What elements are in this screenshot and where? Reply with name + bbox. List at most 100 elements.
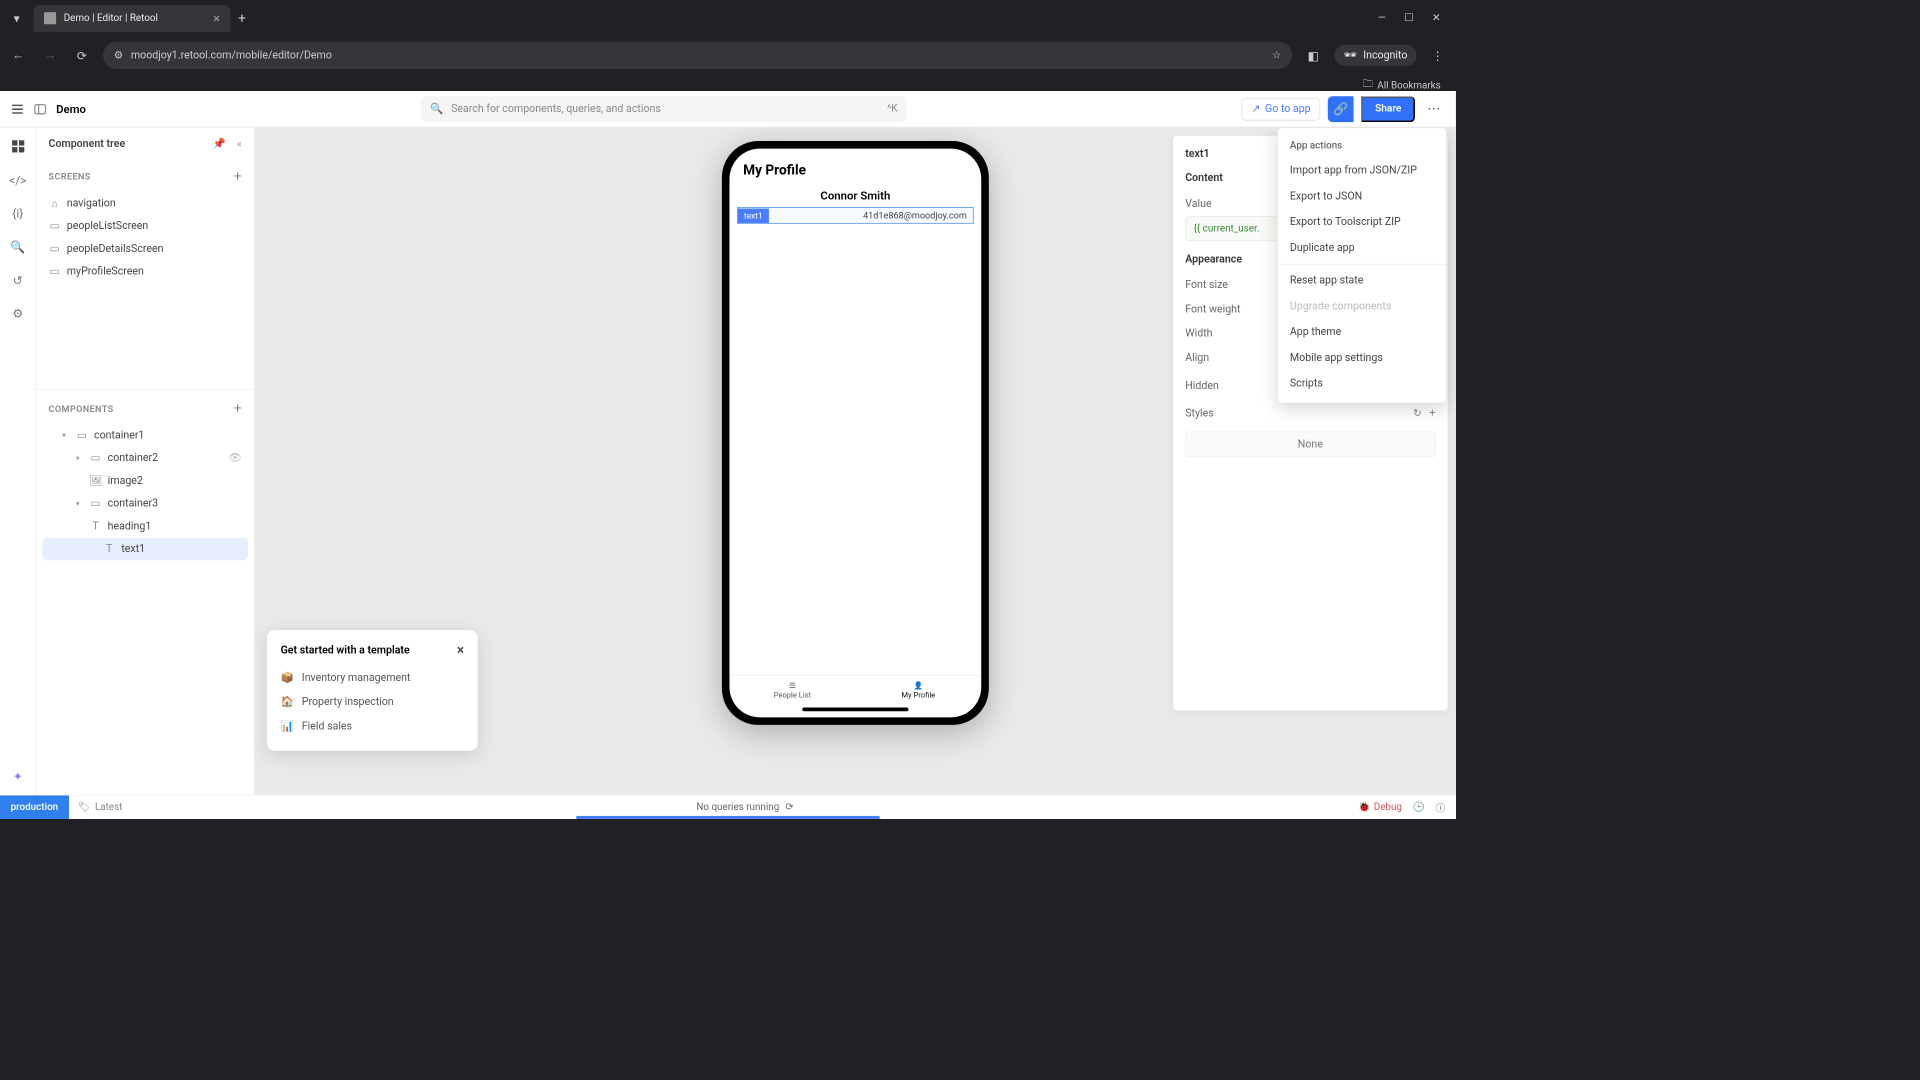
side-panel-icon[interactable]: ◧ <box>1303 48 1324 62</box>
selected-component-tag: text1 <box>738 208 769 222</box>
close-icon[interactable]: × <box>457 642 464 658</box>
screen-title: My Profile <box>729 149 981 188</box>
list-icon: ☰ <box>789 682 796 690</box>
external-link-icon: ↗ <box>1252 103 1261 115</box>
dropdown-item[interactable]: Export to JSON <box>1278 184 1446 210</box>
screen-item[interactable]: ⌂navigation <box>36 192 254 215</box>
status-bar: production 🏷 Latest No queries running ⟳… <box>0 795 1456 819</box>
reload-icon[interactable]: ⟳ <box>71 48 92 62</box>
incognito-badge[interactable]: 🕶 Incognito <box>1335 45 1417 66</box>
reset-styles-icon[interactable]: ↻ <box>1413 407 1422 419</box>
hamburger-icon[interactable] <box>11 102 25 116</box>
add-style-icon[interactable]: + <box>1429 407 1435 419</box>
selected-component-overlay[interactable]: text1 41d1e868@moodjoy.com <box>737 207 974 224</box>
share-button[interactable]: Share <box>1361 96 1415 122</box>
dropdown-item[interactable]: Duplicate app <box>1278 235 1446 261</box>
nav-my-profile[interactable]: 👤 My Profile <box>855 676 981 703</box>
refresh-icon[interactable]: ⟳ <box>785 802 793 813</box>
window-controls: — ☐ ✕ <box>1378 12 1450 24</box>
clock-icon[interactable]: 🕒 <box>1413 802 1425 813</box>
home-indicator <box>802 707 908 711</box>
address-bar[interactable]: ⚙ moodjoy1.retool.com/mobile/editor/Demo… <box>103 42 1292 69</box>
debug-button[interactable]: 🐞 Debug <box>1358 802 1402 813</box>
app-header: Demo 🔍 Search for components, queries, a… <box>0 91 1456 127</box>
component-item[interactable]: ▾▭container2👁 <box>36 447 254 470</box>
screen-item[interactable]: ▭peopleListScreen <box>36 215 254 238</box>
browser-menu-icon[interactable]: ⋮ <box>1427 48 1448 62</box>
screen-icon: ▭ <box>49 265 61 277</box>
rail-components-icon[interactable] <box>9 138 26 155</box>
dropdown-item[interactable]: Reset app state <box>1278 268 1446 294</box>
panel-toggle-icon[interactable] <box>33 102 47 116</box>
visibility-icon[interactable]: 👁 <box>228 452 241 464</box>
styles-none: None <box>1185 431 1435 457</box>
tab-title: Demo | Editor | Retool <box>64 13 158 24</box>
tab-close-icon[interactable]: × <box>213 11 219 25</box>
template-card: Get started with a template × 📦Inventory… <box>267 630 478 751</box>
chevron-down-icon[interactable]: ▾ <box>76 499 84 507</box>
component-item[interactable]: Theading1 <box>36 515 254 538</box>
env-latest[interactable]: 🏷 Latest <box>69 802 132 813</box>
divider <box>1278 264 1446 265</box>
rail-code-icon[interactable]: </> <box>9 171 26 188</box>
app: Demo 🔍 Search for components, queries, a… <box>0 91 1456 819</box>
nav-people-list[interactable]: ☰ People List <box>729 676 855 703</box>
dropdown-item[interactable]: Export to Toolscript ZIP <box>1278 209 1446 235</box>
close-window-icon[interactable]: ✕ <box>1432 12 1441 24</box>
back-icon[interactable]: ← <box>8 48 29 63</box>
url-text: moodjoy1.retool.com/mobile/editor/Demo <box>131 49 332 61</box>
app-actions-dropdown: App actions Import app from JSON/ZIPExpo… <box>1277 127 1447 403</box>
bug-icon: 🐞 <box>1358 802 1370 813</box>
search-icon: 🔍 <box>430 103 443 115</box>
rail-history-icon[interactable]: ↺ <box>9 271 26 288</box>
goto-app-button[interactable]: ↗ Go to app <box>1242 97 1321 120</box>
screen-item[interactable]: ▭myProfileScreen <box>36 260 254 283</box>
rail-settings-icon[interactable]: ⚙ <box>9 305 26 322</box>
home-icon: ⌂ <box>49 197 61 209</box>
template-item[interactable]: 🏠Property inspection <box>281 690 465 714</box>
env-badge[interactable]: production <box>0 795 69 819</box>
rail-search-icon[interactable]: 🔍 <box>9 238 26 255</box>
component-item[interactable]: 🖼image2 <box>36 469 254 492</box>
dropdown-item[interactable]: App theme <box>1278 319 1446 345</box>
component-item[interactable]: Ttext1 <box>42 538 247 561</box>
collapse-icon[interactable]: « <box>237 138 242 150</box>
template-item[interactable]: 📊Field sales <box>281 714 465 738</box>
app-actions-menu-button[interactable]: ⋯ <box>1423 97 1446 120</box>
dropdown-item[interactable]: Scripts <box>1278 371 1446 397</box>
dropdown-item[interactable]: Import app from JSON/ZIP <box>1278 158 1446 184</box>
add-screen-button[interactable]: + <box>234 168 242 184</box>
link-icon: 🔗 <box>1333 102 1348 116</box>
template-icon: 🏠 <box>281 696 295 708</box>
info-icon[interactable]: ⓘ <box>1435 800 1445 814</box>
add-component-button[interactable]: + <box>234 400 242 416</box>
text1-value: 41d1e868@moodjoy.com <box>769 208 973 223</box>
star-icon[interactable]: ☆ <box>1272 49 1282 61</box>
minimize-icon[interactable]: — <box>1378 12 1386 24</box>
pin-icon[interactable]: 📌 <box>213 138 226 150</box>
phone-frame: My Profile Connor Smith text1 41d1e868@m… <box>722 141 989 725</box>
maximize-icon[interactable]: ☐ <box>1404 12 1414 24</box>
search-placeholder: Search for components, queries, and acti… <box>451 103 661 115</box>
share-link-button[interactable]: 🔗 <box>1328 96 1354 122</box>
component-item[interactable]: ▾▭container3 <box>36 492 254 515</box>
component-item[interactable]: ▾▭container1 <box>36 424 254 447</box>
template-item[interactable]: 📦Inventory management <box>281 666 465 690</box>
new-tab-button[interactable]: + <box>238 10 246 26</box>
header-actions: ↗ Go to app 🔗 Share ⋯ <box>1242 96 1446 122</box>
rail-ai-icon[interactable]: ✦ <box>9 767 26 784</box>
rail-state-icon[interactable]: {i} <box>9 205 26 222</box>
dropdown-item[interactable]: Mobile app settings <box>1278 345 1446 371</box>
browser-nav-row: ← → ⟳ ⚙ moodjoy1.retool.com/mobile/edito… <box>0 36 1456 74</box>
chevron-down-icon[interactable]: ▾ <box>62 431 70 439</box>
tab-dropdown-icon[interactable]: ▾ <box>6 8 27 29</box>
browser-tab[interactable]: Demo | Editor | Retool × <box>33 5 230 32</box>
chevron-down-icon[interactable]: ▾ <box>76 454 84 462</box>
site-settings-icon[interactable]: ⚙ <box>114 49 124 61</box>
search-input[interactable]: 🔍 Search for components, queries, and ac… <box>421 96 906 122</box>
screen-item[interactable]: ▭peopleDetailsScreen <box>36 237 254 260</box>
forward-icon[interactable]: → <box>39 48 60 63</box>
left-panel: Component tree 📌 « SCREENS + ⌂navigation… <box>36 127 254 794</box>
app-title: Demo <box>56 102 86 116</box>
profile-name: Connor Smith <box>729 189 981 203</box>
